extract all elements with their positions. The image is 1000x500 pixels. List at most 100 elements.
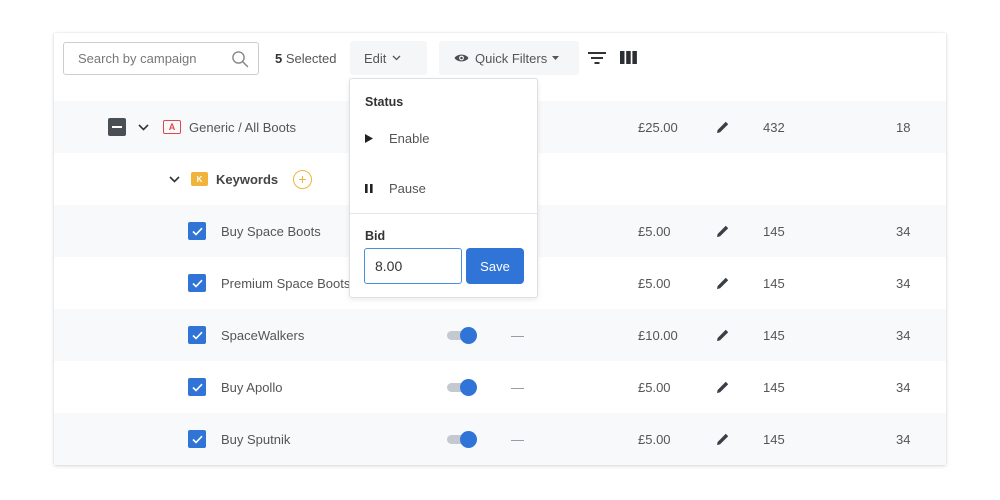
- save-button[interactable]: Save: [466, 248, 524, 284]
- columns-icon[interactable]: [620, 51, 637, 64]
- row-col-a: 145: [763, 431, 785, 447]
- pause-label: Pause: [389, 180, 426, 196]
- row-name[interactable]: SpaceWalkers: [221, 309, 304, 361]
- search-input[interactable]: [78, 51, 231, 66]
- row-edit-cell: [716, 413, 730, 465]
- enable-label: Enable: [389, 130, 430, 146]
- row-col-a: 145: [763, 223, 785, 239]
- pencil-icon[interactable]: [716, 224, 730, 238]
- row-edit-cell: [716, 205, 730, 257]
- row-bid: £5.00: [638, 379, 671, 395]
- row-col-b: 34: [896, 327, 911, 343]
- search-icon[interactable]: [231, 50, 249, 68]
- pencil-icon[interactable]: [716, 328, 730, 342]
- row-col-a: 145: [763, 379, 785, 395]
- status-toggle-cell: [447, 361, 477, 413]
- row-checkbox[interactable]: [188, 326, 206, 344]
- row-status-dash: —: [511, 431, 524, 447]
- enable-menu-item[interactable]: Enable: [365, 125, 525, 151]
- selected-label: Selected: [282, 51, 337, 66]
- row-checkbox-cell: [188, 309, 206, 361]
- pencil-icon[interactable]: [716, 276, 730, 290]
- eye-icon: [454, 54, 469, 62]
- row-checkbox-cell: [188, 257, 206, 309]
- row-col-b: 34: [896, 223, 911, 239]
- status-heading: Status: [365, 95, 404, 109]
- campaign-checkbox-cell: [108, 101, 126, 153]
- bid-heading: Bid: [365, 229, 386, 243]
- row-edit-cell: [716, 309, 730, 361]
- campaign-type-icon: A: [163, 120, 181, 134]
- campaign-table-panel: 5 Selected Edit Quick Filters: [54, 33, 946, 465]
- table-row: Buy Sputnik — £5.00 145 34: [54, 413, 946, 465]
- status-toggle[interactable]: [447, 431, 477, 448]
- edit-menu-button[interactable]: Edit: [350, 41, 427, 75]
- table-row: Buy Apollo — £5.00 145 34: [54, 361, 946, 413]
- row-name[interactable]: Buy Sputnik: [221, 413, 290, 465]
- row-col-a: 145: [763, 275, 785, 291]
- row-checkbox[interactable]: [188, 274, 206, 292]
- table-row: SpaceWalkers — £10.00 145 34: [54, 309, 946, 361]
- row-col-b: 34: [896, 379, 911, 395]
- pencil-icon[interactable]: [716, 120, 730, 134]
- menu-divider: [350, 213, 537, 214]
- row-col-b: 34: [896, 431, 911, 447]
- pencil-icon[interactable]: [716, 432, 730, 446]
- row-name[interactable]: Buy Apollo: [221, 361, 282, 413]
- bid-input[interactable]: [364, 248, 462, 284]
- filter-icon[interactable]: [588, 50, 606, 66]
- row-checkbox-cell: [188, 361, 206, 413]
- check-icon: [191, 383, 203, 392]
- keyword-expand-cell: [169, 153, 180, 205]
- status-toggle[interactable]: [447, 327, 477, 344]
- row-name[interactable]: Buy Space Boots: [221, 205, 321, 257]
- campaign-expand-cell: [138, 101, 149, 153]
- row-bid: £10.00: [638, 327, 678, 343]
- chevron-down-icon[interactable]: [138, 123, 149, 131]
- row-col-b: 34: [896, 275, 911, 291]
- pause-menu-item[interactable]: Pause: [365, 175, 525, 201]
- check-icon: [191, 435, 203, 444]
- keyword-badge-cell: K: [191, 153, 208, 205]
- row-name[interactable]: Premium Space Boots: [221, 257, 350, 309]
- campaign-bid: £25.00: [638, 119, 678, 135]
- row-checkbox[interactable]: [188, 378, 206, 396]
- row-checkbox[interactable]: [188, 430, 206, 448]
- quick-filters-label: Quick Filters: [475, 50, 548, 66]
- search-box[interactable]: [63, 42, 259, 75]
- pencil-icon[interactable]: [716, 380, 730, 394]
- row-bid: £5.00: [638, 431, 671, 447]
- selection-count: 5 Selected: [275, 51, 336, 66]
- check-icon: [191, 227, 203, 236]
- row-status-dash: —: [511, 379, 524, 395]
- status-toggle[interactable]: [447, 379, 477, 396]
- add-keyword-button[interactable]: +: [293, 169, 312, 189]
- keyword-type-icon: K: [191, 172, 208, 186]
- row-checkbox[interactable]: [188, 222, 206, 240]
- edit-dropdown-menu: Status Enable Pause Bid Save: [349, 78, 538, 298]
- status-toggle-cell: [447, 413, 477, 465]
- pause-icon: [365, 183, 389, 193]
- campaign-indeterminate-checkbox[interactable]: [108, 118, 126, 136]
- campaign-badge-cell: A: [163, 101, 181, 153]
- chevron-down-icon[interactable]: [169, 175, 180, 183]
- row-bid: £5.00: [638, 275, 671, 291]
- caret-down-icon: [552, 56, 560, 60]
- row-checkbox-cell: [188, 413, 206, 465]
- quick-filters-button[interactable]: Quick Filters: [439, 41, 579, 75]
- campaign-col-a: 432: [763, 119, 785, 135]
- row-status-dash: —: [511, 327, 524, 343]
- check-icon: [191, 279, 203, 288]
- campaign-col-b: 18: [896, 119, 911, 135]
- play-icon: [365, 133, 389, 143]
- row-edit-cell: [716, 361, 730, 413]
- row-col-a: 145: [763, 327, 785, 343]
- row-bid: £5.00: [638, 223, 671, 239]
- add-keyword-cell: +: [293, 153, 312, 205]
- keyword-group-label: Keywords: [216, 171, 279, 187]
- check-icon: [191, 331, 203, 340]
- status-toggle-cell: [447, 309, 477, 361]
- edit-label: Edit: [364, 50, 387, 66]
- row-checkbox-cell: [188, 205, 206, 257]
- campaign-name[interactable]: Generic / All Boots: [189, 101, 296, 153]
